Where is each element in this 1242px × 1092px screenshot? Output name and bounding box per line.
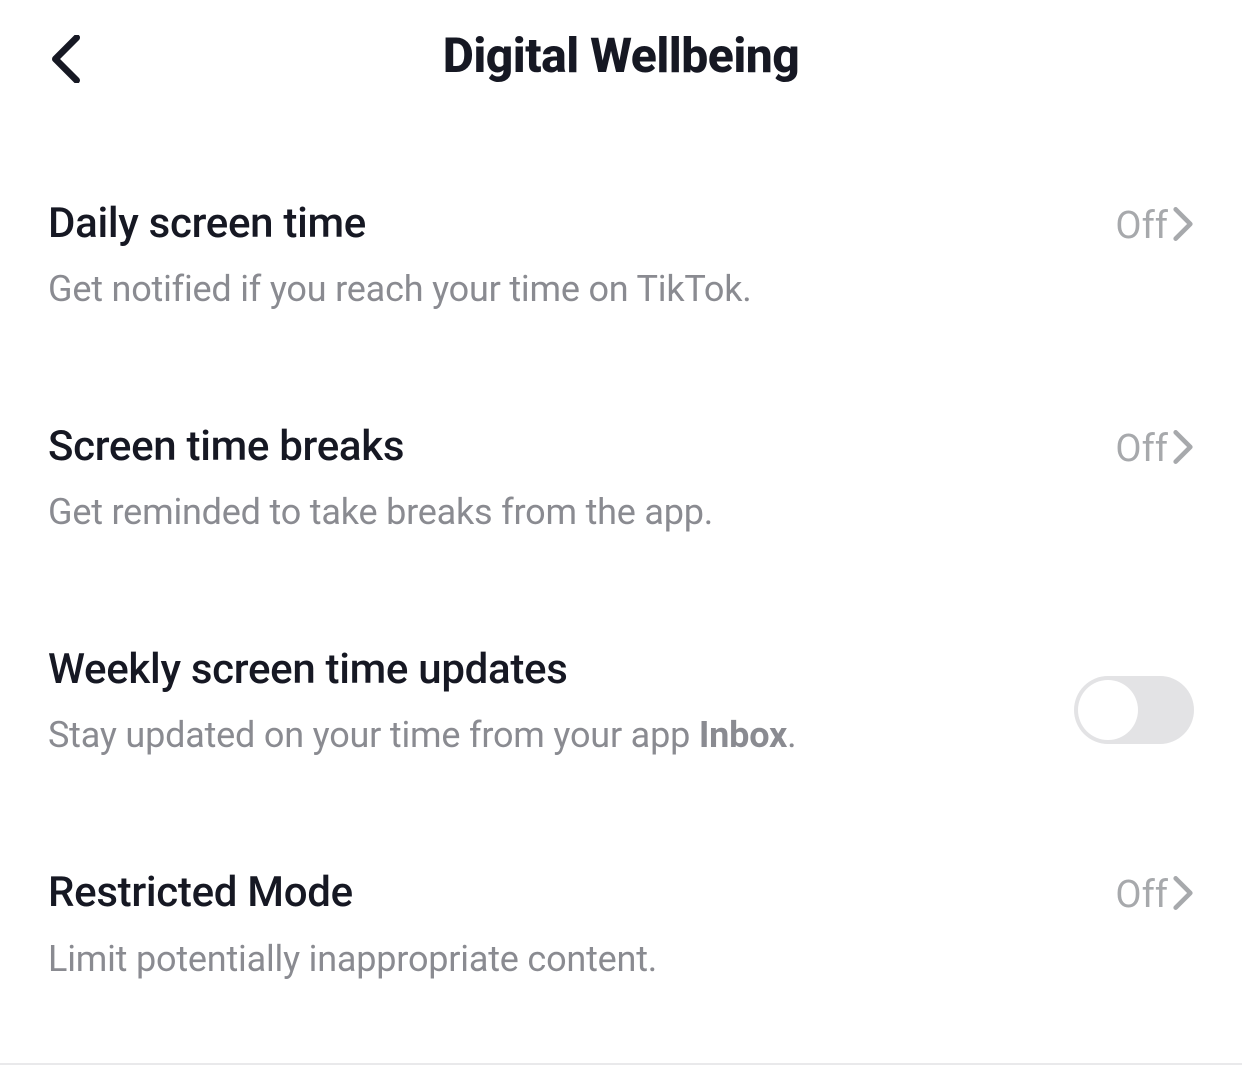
toggle-knob [1078,680,1138,740]
screen-time-breaks-value-wrap: Off [1115,427,1194,471]
restricted-mode-value-wrap: Off [1115,873,1194,917]
settings-list: Daily screen time Get notified if you re… [0,120,1242,1092]
screen-time-breaks-title: Screen time breaks [48,423,1095,471]
page-title: Digital Wellbeing [443,27,800,84]
back-button[interactable] [50,35,82,87]
daily-screen-time-value: Off [1115,204,1168,248]
restricted-mode-title: Restricted Mode [48,869,1095,917]
weekly-updates-description: Stay updated on your time from your app … [48,712,1054,759]
weekly-updates-desc-bold: Inbox [699,714,787,756]
weekly-updates-content: Weekly screen time updates Stay updated … [48,646,1074,759]
screen-time-breaks-row[interactable]: Screen time breaks Get reminded to take … [48,423,1194,646]
chevron-right-icon [1172,875,1194,915]
daily-screen-time-description: Get notified if you reach your time on T… [48,266,1095,313]
restricted-mode-description: Limit potentially inappropriate content. [48,936,1095,983]
weekly-updates-desc-prefix: Stay updated on your time from your app [48,714,699,756]
daily-screen-time-content: Daily screen time Get notified if you re… [48,200,1115,313]
weekly-updates-desc-suffix: . [787,714,796,756]
chevron-right-icon [1172,206,1194,246]
weekly-updates-title: Weekly screen time updates [48,646,1054,694]
restricted-mode-row[interactable]: Restricted Mode Limit potentially inappr… [48,869,1194,1092]
daily-screen-time-value-wrap: Off [1115,204,1194,248]
daily-screen-time-title: Daily screen time [48,200,1095,248]
header: Digital Wellbeing [0,0,1242,120]
screen-time-breaks-content: Screen time breaks Get reminded to take … [48,423,1115,536]
restricted-mode-value: Off [1115,873,1168,917]
restricted-mode-content: Restricted Mode Limit potentially inappr… [48,869,1115,982]
weekly-updates-row[interactable]: Weekly screen time updates Stay updated … [48,646,1194,869]
chevron-right-icon [1172,429,1194,469]
screen-time-breaks-description: Get reminded to take breaks from the app… [48,489,1095,536]
weekly-updates-toggle[interactable] [1074,676,1194,744]
daily-screen-time-row[interactable]: Daily screen time Get notified if you re… [48,200,1194,423]
screen-time-breaks-value: Off [1115,427,1168,471]
chevron-left-icon [50,68,82,87]
